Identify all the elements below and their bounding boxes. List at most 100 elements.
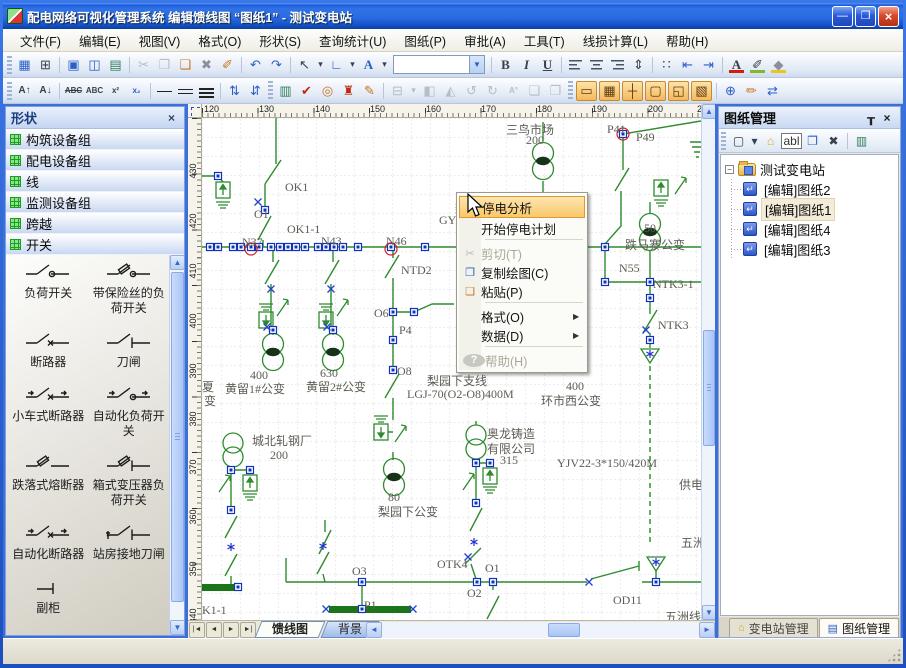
tree-item-drawing3[interactable]: ↵ [编辑]图纸3 [723,239,896,259]
group-line[interactable]: 线 [6,171,184,192]
maximize-button[interactable]: ❐ [855,6,876,27]
page-layout-toggle-icon[interactable]: ◱ [668,81,689,101]
new-diagram-icon[interactable]: ▦ [14,55,35,75]
delete-icon[interactable]: ✖ [196,55,217,75]
spacing-increase-icon[interactable]: ⇅ [224,81,245,101]
menu-item[interactable]: 视图(V) [130,28,190,53]
toolbar-handle[interactable] [7,82,12,100]
bold-icon[interactable]: B [495,55,516,75]
edit-note-icon[interactable]: ✎ [359,81,380,101]
properties-icon[interactable]: ✏ [741,81,762,101]
rotate-text-icon[interactable]: A° [503,81,524,101]
separator[interactable] [238,55,245,75]
canvas-horizontal-scrollbar[interactable]: ◄ ► [366,622,715,638]
align-center-icon[interactable] [586,55,607,75]
separator[interactable] [719,55,726,75]
separator[interactable] [56,55,63,75]
first-sheet-button[interactable]: |◄ [189,622,205,638]
paste-icon[interactable]: ❑ [175,55,196,75]
menu-item-copy-drawing[interactable]: ❐ 复制绘图(C) [459,263,585,281]
scroll-down-icon[interactable]: ▼ [170,620,185,635]
separator[interactable] [147,81,154,101]
dropdown-icon[interactable]: ▾ [379,55,390,75]
shape-breaker[interactable]: 断路器 [8,332,89,370]
font-color-icon[interactable]: A [726,55,747,75]
separator[interactable] [649,55,656,75]
shape-auto-load-switch[interactable]: 自动化负荷开关 [89,386,170,439]
menu-item[interactable]: 格式(O) [189,28,250,53]
text-tool-icon[interactable]: A [358,55,379,75]
menu-item[interactable]: 审批(A) [455,28,515,53]
shrink-font-icon[interactable]: A↓ [35,81,56,101]
toolbar-handle[interactable] [721,132,726,150]
guides-toggle-icon[interactable]: ┼ [622,81,643,101]
group-distribution-equipment[interactable]: 配电设备组 [6,150,184,171]
tab-substation-management[interactable]: ⌂ 变电站管理 [729,618,818,637]
dropdown-icon[interactable]: ▾ [408,81,419,101]
connector-arrows-icon[interactable]: ⇄ [762,81,783,101]
send-back-icon[interactable]: ❐ [545,81,566,101]
menu-item-format[interactable]: 格式(O) ▶ [459,307,585,325]
tree-item-drawing4[interactable]: ↵ [编辑]图纸4 [723,219,896,239]
shape-fused-load-switch[interactable]: 带保险丝的负荷开关 [89,263,170,316]
shapesheet-icon[interactable]: ⊞ [35,55,56,75]
scroll-up-icon[interactable]: ▲ [702,104,715,119]
sheet-tab-feeder-diagram[interactable]: 馈线图 [258,621,322,638]
copy-icon[interactable]: ❐ [154,55,175,75]
separator[interactable] [488,55,495,75]
shape-auto-breaker[interactable]: 自动化断路器 [8,524,89,562]
shapes-scrollbar[interactable]: ▲ ▼ [169,255,184,635]
menu-item[interactable]: 图纸(P) [395,28,455,53]
tree-item-drawing2[interactable]: ↵ [编辑]图纸2 [723,179,896,199]
scrollbar-thumb[interactable] [548,623,580,637]
separator[interactable] [380,81,387,101]
menu-item[interactable]: 查询统计(U) [310,28,395,53]
format-painter-icon[interactable]: ✐ [217,55,238,75]
ruler-toggle-icon[interactable]: ▭ [576,81,597,101]
shape-dropout-fuse[interactable]: 跌落式熔断器 [8,455,89,508]
minimize-button[interactable]: — [832,6,853,27]
scrollbar-thumb[interactable] [703,330,715,446]
tree-item-drawing1[interactable]: ↵ [编辑]图纸1 [723,199,896,219]
menu-item-data[interactable]: 数据(D) ▶ [459,326,585,344]
vertical-text-icon[interactable]: ⇕ [628,55,649,75]
new-drawing-icon[interactable]: ▢ [728,131,749,151]
tree-item-substation-root[interactable]: − 测试变电站 [723,159,896,179]
separator[interactable] [126,55,133,75]
underline-icon[interactable]: U [537,55,558,75]
drawing-canvas[interactable]: 三鸟市场200P41P49OK1O1OK1-1N37N43N46梨园下支线GYJ… [202,118,701,620]
align-left-icon[interactable] [565,55,586,75]
approve-icon[interactable]: ✔ [296,81,317,101]
pin-icon[interactable]: ┰ [863,111,879,125]
menu-item[interactable]: 帮助(H) [657,28,717,53]
rename-icon[interactable]: abl [781,131,802,151]
flip-vertical-icon[interactable]: ◭ [440,81,461,101]
shape-aux-cabinet[interactable]: 副柜 [8,578,89,616]
chevron-down-icon[interactable]: ▼ [469,56,484,73]
connector-tool-icon[interactable]: ∟ [326,55,347,75]
italic-icon[interactable]: I [516,55,537,75]
next-sheet-button[interactable]: ► [223,622,239,638]
group-monitoring-equipment[interactable]: 监测设备组 [6,192,184,213]
align-shapes-icon[interactable]: ⊟ [387,81,408,101]
outdent-icon[interactable]: ⇤ [677,55,698,75]
toolbar-handle[interactable] [566,81,575,101]
shape-knife-switch[interactable]: 刀闸 [89,332,170,370]
search-drawing-icon[interactable]: ◎ [317,81,338,101]
menu-separator[interactable] [485,239,583,242]
menu-item[interactable]: 文件(F) [11,28,70,53]
line-medium-icon[interactable] [175,81,196,101]
text-style-combo[interactable]: ▼ [393,55,485,74]
grid-toggle-icon[interactable]: ▦ [599,81,620,101]
toolbar-handle[interactable] [7,56,12,74]
indent-icon[interactable]: ⇥ [698,55,719,75]
menu-item[interactable]: 形状(S) [250,28,310,53]
dropdown-icon[interactable]: ▾ [347,55,358,75]
delete-drawing-icon[interactable]: ✖ [823,131,844,151]
scroll-down-icon[interactable]: ▼ [702,605,715,620]
separator[interactable] [287,55,294,75]
open-drawing-icon[interactable]: ⌂ [760,131,781,151]
menu-item-paste[interactable]: ❑ 粘贴(P) [459,282,585,300]
close-icon[interactable]: × [879,111,895,125]
superscript-icon[interactable]: x² [105,81,126,101]
